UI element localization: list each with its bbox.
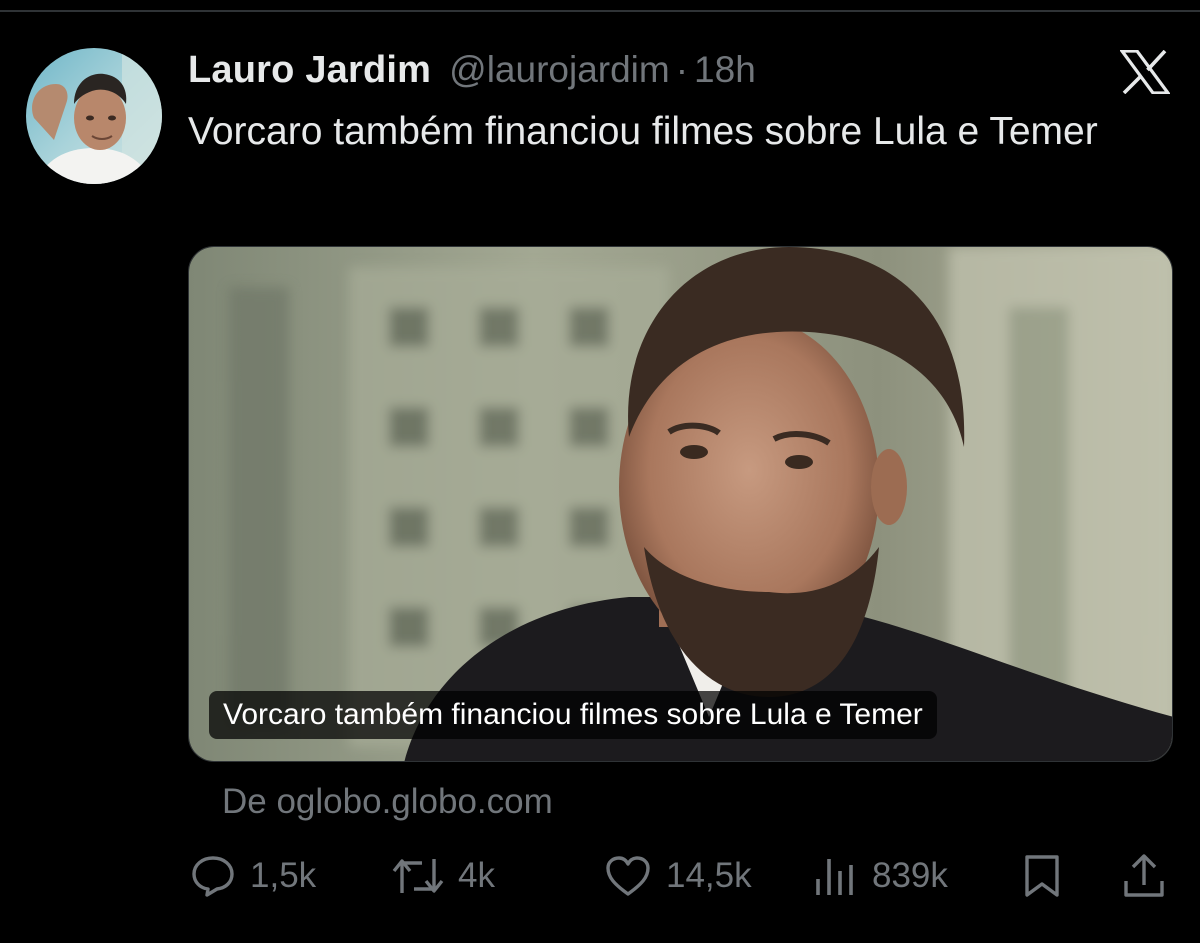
bookmark-icon [1022,853,1062,899]
like-button[interactable]: 14,5k [604,846,752,906]
like-count: 14,5k [666,856,752,895]
card-source[interactable]: De oglobo.globo.com [222,778,553,826]
views-button[interactable]: 839k [812,846,948,906]
link-card[interactable]: Vorcaro também financiou filmes sobre Lu… [188,246,1173,762]
reply-icon [190,853,236,899]
heart-icon [604,853,652,899]
card-caption: Vorcaro também financiou filmes sobre Lu… [209,691,937,739]
tweet-header: Lauro Jardim @laurojardim · 18h [188,44,756,96]
repost-button[interactable]: 4k [392,846,495,906]
author-handle[interactable]: @laurojardim [449,49,670,91]
reply-count: 1,5k [250,856,317,895]
tweet-text: Vorcaro também financiou filmes sobre Lu… [188,110,1098,153]
repost-count: 4k [458,856,495,895]
card-image [189,247,1172,761]
bookmark-button[interactable] [1022,846,1062,906]
action-bar: 1,5k 4k 14,5k 839k [0,846,1200,906]
x-logo-icon [1118,49,1172,95]
views-count: 839k [872,856,948,895]
tweet-timestamp[interactable]: 18h [694,49,756,91]
share-button[interactable] [1122,846,1166,906]
views-icon [812,853,858,899]
top-divider [0,10,1200,12]
share-icon [1122,853,1166,899]
author-name[interactable]: Lauro Jardim [188,49,431,92]
avatar[interactable] [26,48,162,184]
header-separator: · [675,49,689,90]
reply-button[interactable]: 1,5k [190,846,316,906]
repost-icon [392,853,444,899]
